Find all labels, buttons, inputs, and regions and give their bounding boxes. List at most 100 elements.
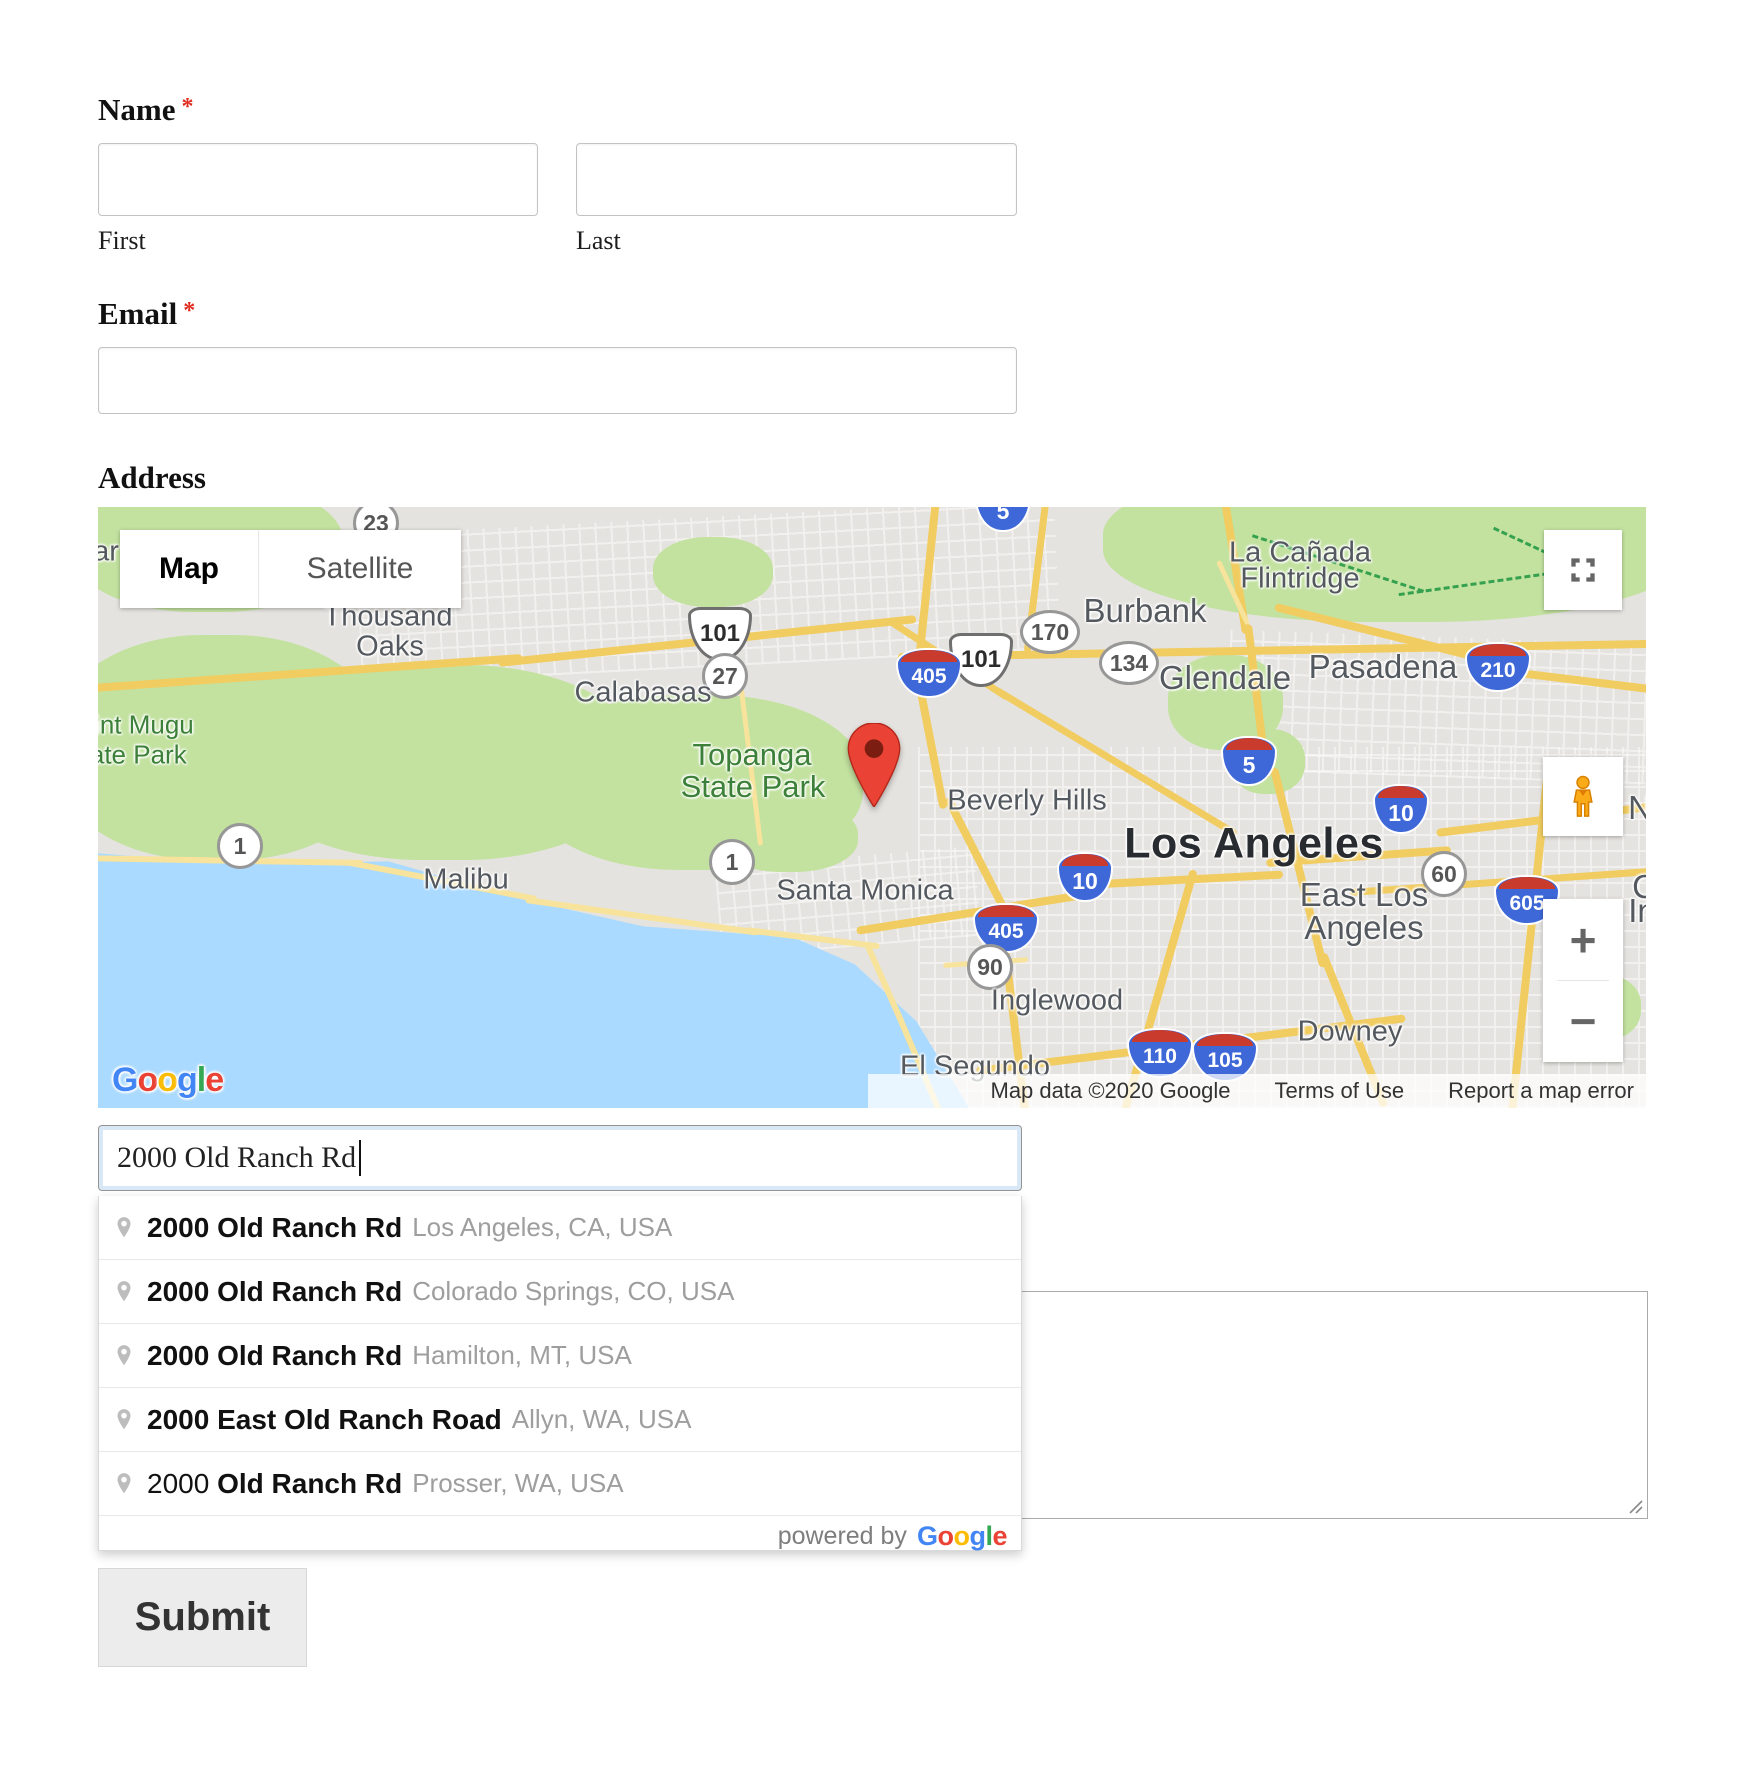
route-number: 170: [1031, 619, 1069, 646]
route-number: 27: [712, 663, 738, 690]
route-number: 5: [997, 507, 1010, 525]
google-brand-logo: Google: [917, 1521, 1007, 1552]
route-shield-134: 134: [1099, 641, 1159, 685]
map-label: Malibu: [423, 864, 508, 897]
contact-form-page: Name* First Last Email* Address 23101271…: [0, 0, 1744, 1767]
route-shield-1: 1: [709, 839, 755, 885]
map-label: N: [1628, 789, 1646, 827]
map-data-copyright: Map data ©2020 Google: [991, 1078, 1231, 1104]
map-label: In: [1628, 892, 1646, 930]
submit-button[interactable]: Submit: [98, 1568, 307, 1667]
address-autocomplete-dropdown: 2000 Old Ranch RdLos Angeles, CA, USA200…: [98, 1196, 1022, 1551]
suggestion-secondary-text: Colorado Springs, CO, USA: [412, 1276, 734, 1307]
place-pin-icon: [111, 1404, 137, 1436]
map-label: Topanga: [693, 737, 812, 773]
email-field-label: Email*: [98, 296, 195, 332]
map-label: Point Mugu: [98, 710, 194, 741]
pegman-icon: [1560, 774, 1606, 820]
first-name-sublabel: First: [98, 226, 146, 256]
suggestion-secondary-text: Los Angeles, CA, USA: [412, 1212, 672, 1243]
suggestion-secondary-text: Hamilton, MT, USA: [412, 1340, 632, 1371]
report-map-error-link[interactable]: Report a map error: [1448, 1078, 1634, 1104]
first-name-input[interactable]: [98, 143, 538, 216]
route-number: 101: [700, 620, 740, 648]
place-pin-icon: [111, 1340, 137, 1372]
route-number: 405: [911, 665, 946, 689]
comments-textarea[interactable]: [980, 1291, 1648, 1519]
autocomplete-items: 2000 Old Ranch RdLos Angeles, CA, USA200…: [99, 1196, 1021, 1515]
zoom-out-button[interactable]: −: [1543, 981, 1623, 1061]
place-pin-icon: [111, 1212, 137, 1244]
park-area: [653, 537, 773, 607]
suggestion-secondary-text: Prosser, WA, USA: [412, 1468, 623, 1499]
map-label: Pasadena: [1309, 648, 1458, 686]
place-pin-icon: [111, 1276, 137, 1308]
powered-by-text: powered by: [778, 1522, 907, 1551]
map-tab[interactable]: Map: [120, 530, 259, 608]
map-label: Downey: [1298, 1016, 1403, 1049]
google-map-logo[interactable]: Google: [112, 1061, 223, 1100]
suggestion-secondary-text: Allyn, WA, USA: [512, 1404, 692, 1435]
autocomplete-item[interactable]: 2000 East Old Ranch Road Allyn, WA, USA: [99, 1387, 1021, 1451]
route-shield-90: 90: [967, 944, 1013, 990]
street-view-button[interactable]: [1543, 757, 1623, 836]
route-number: 134: [1110, 650, 1148, 677]
fullscreen-icon: [1563, 550, 1603, 590]
last-name-input[interactable]: [576, 143, 1017, 216]
route-shield-170: 170: [1020, 610, 1080, 654]
map-label: Glendale: [1159, 659, 1291, 697]
route-number: 1: [726, 849, 739, 876]
suggestion-main-text: 2000 Old Ranch Rd: [147, 1340, 402, 1372]
map-label: Angeles: [1304, 909, 1423, 947]
route-number: 110: [1143, 1045, 1177, 1069]
route-number: 10: [1388, 800, 1414, 827]
fullscreen-button[interactable]: [1544, 530, 1622, 610]
map-label: Burbank: [1084, 592, 1207, 630]
map-label: State Park: [681, 769, 826, 805]
address-input-value: 2000 Old Ranch Rd: [117, 1141, 356, 1175]
route-number: 210: [1480, 659, 1515, 683]
route-number: 10: [1072, 868, 1098, 895]
map-label: ar: [98, 536, 119, 569]
required-asterisk: *: [183, 298, 195, 324]
map-label: Beverly Hills: [947, 785, 1107, 818]
name-label-text: Name: [98, 92, 175, 127]
place-pin-icon: [111, 1468, 137, 1500]
google-map[interactable]: 2310127101170134405405551010609011110105…: [98, 507, 1646, 1108]
autocomplete-item[interactable]: 2000 Old Ranch Rd Hamilton, MT, USA: [99, 1323, 1021, 1387]
route-shield-405: 405: [898, 650, 960, 696]
zoom-in-button[interactable]: +: [1543, 900, 1623, 980]
route-number: 1: [234, 833, 247, 860]
zoom-control: + −: [1543, 899, 1623, 1062]
map-type-control: Map Satellite: [120, 530, 461, 608]
route-number: 605: [1509, 892, 1544, 916]
autocomplete-item[interactable]: 2000 Old Ranch RdLos Angeles, CA, USA: [99, 1196, 1021, 1259]
autocomplete-item[interactable]: 2000 Old Ranch Rd Prosser, WA, USA: [99, 1451, 1021, 1515]
text-caret: [359, 1140, 361, 1176]
google-logo-text: Google: [112, 1061, 223, 1099]
address-field-label: Address: [98, 460, 206, 496]
map-label: State Park: [98, 740, 187, 771]
suggestion-main-text: 2000 Old Ranch Rd: [147, 1468, 402, 1500]
autocomplete-item[interactable]: 2000 Old Ranch RdColorado Springs, CO, U…: [99, 1259, 1021, 1323]
terms-of-use-link[interactable]: Terms of Use: [1275, 1078, 1405, 1104]
address-label-text: Address: [98, 460, 206, 495]
map-label: Calabasas: [574, 677, 711, 710]
route-number: 101: [961, 646, 1001, 674]
map-label: Inglewood: [991, 985, 1123, 1018]
satellite-tab[interactable]: Satellite: [259, 530, 461, 608]
suggestion-main-text: 2000 East Old Ranch Road: [147, 1404, 502, 1436]
route-number: 405: [988, 920, 1023, 944]
map-label: Oaks: [356, 631, 424, 664]
resize-handle-icon[interactable]: [1626, 1497, 1644, 1515]
map-label: Santa Monica: [776, 875, 953, 908]
email-input[interactable]: [98, 347, 1017, 414]
address-search-input[interactable]: 2000 Old Ranch Rd: [98, 1125, 1022, 1191]
name-field-label: Name*: [98, 92, 193, 128]
route-shield-1: 1: [217, 823, 263, 869]
email-label-text: Email: [98, 296, 177, 331]
map-marker-pin[interactable]: [846, 723, 902, 812]
route-number: 105: [1207, 1049, 1242, 1073]
route-number: 90: [977, 954, 1003, 981]
route-number: 5: [1243, 752, 1256, 779]
